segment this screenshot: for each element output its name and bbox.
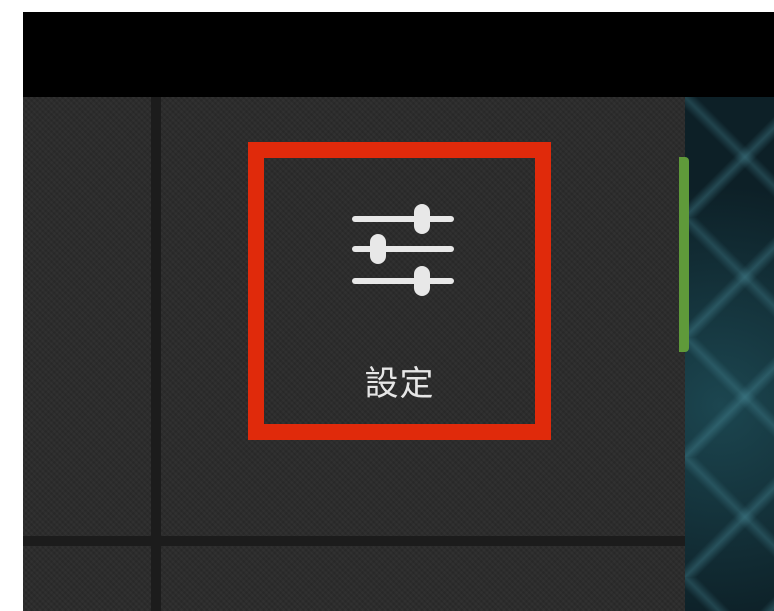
top-bar xyxy=(23,12,774,97)
panel-divider-horizontal xyxy=(23,536,685,546)
settings-label: 設定 xyxy=(364,364,435,404)
panel-divider-vertical xyxy=(151,97,161,611)
sliders-icon xyxy=(352,204,454,296)
background-pattern xyxy=(685,97,774,611)
side-tab-edge xyxy=(679,157,689,352)
